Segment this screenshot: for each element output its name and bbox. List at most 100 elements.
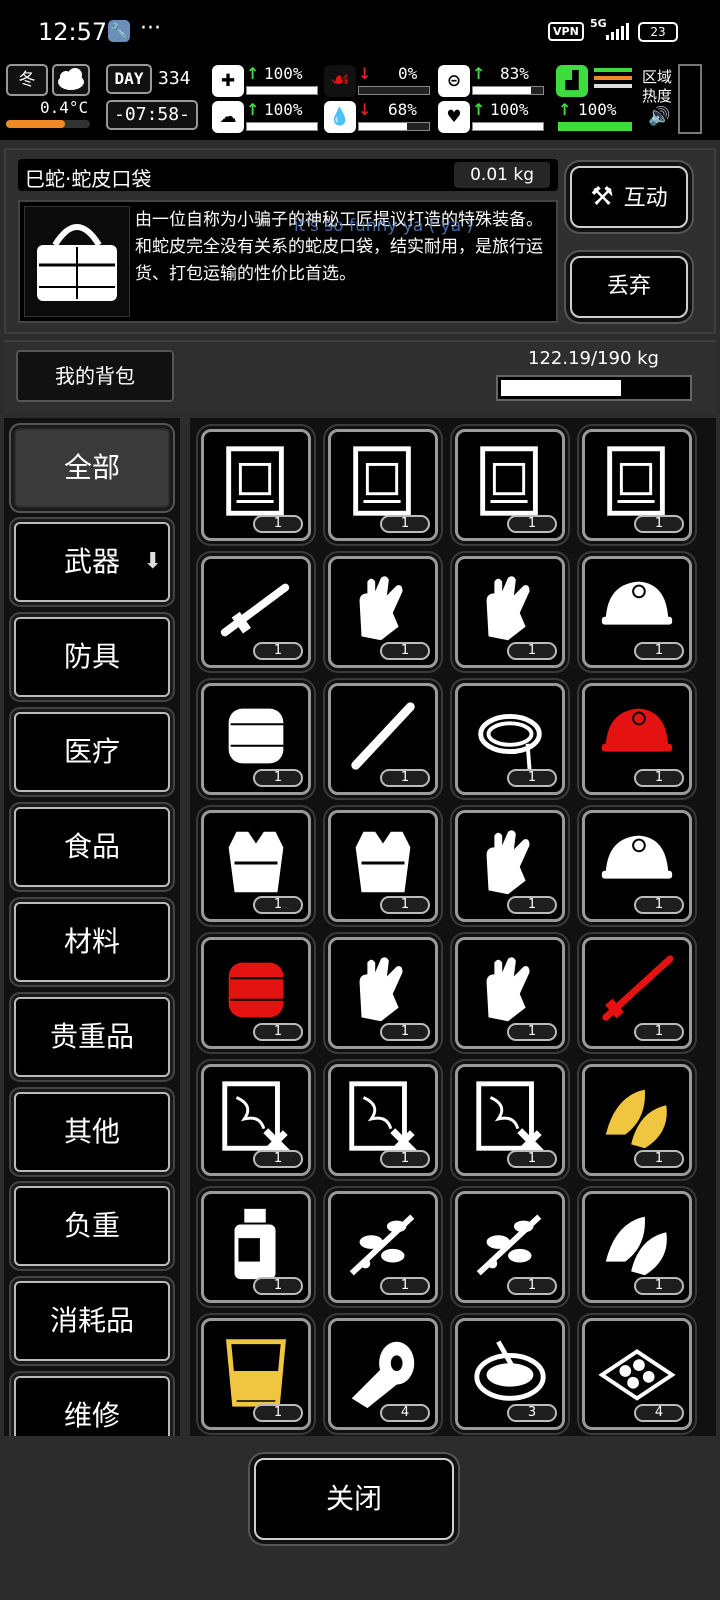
inventory-slot[interactable]: 4 bbox=[582, 1318, 692, 1430]
inventory-slot[interactable]: 1 bbox=[455, 810, 565, 922]
close-button[interactable]: 关闭 bbox=[254, 1458, 454, 1540]
category-other[interactable]: 其他 bbox=[14, 1092, 170, 1172]
sanity-value: 100% bbox=[264, 100, 303, 119]
backpack-title: 我的背包 bbox=[16, 350, 174, 402]
backpack-capacity-bar bbox=[496, 375, 692, 401]
rifle-icon bbox=[220, 583, 290, 637]
backpack-header: 我的背包 122.19/190 kg bbox=[4, 340, 716, 414]
leaves-icon bbox=[605, 1216, 667, 1276]
blueprint-document-icon bbox=[226, 446, 284, 516]
inventory-slot[interactable]: 1 bbox=[201, 429, 311, 541]
category-consumables[interactable]: 消耗品 bbox=[14, 1281, 170, 1361]
hammer-hand-icon: ⚒ bbox=[590, 182, 614, 212]
brain-icon: ☁ bbox=[212, 101, 244, 133]
repair-schematic-icon bbox=[476, 1081, 544, 1155]
item-count: 1 bbox=[634, 1023, 684, 1041]
health-up-icon: ↑ bbox=[246, 64, 260, 83]
inventory-slot[interactable]: 1 bbox=[582, 1191, 692, 1303]
inventory-slot[interactable]: 1 bbox=[582, 683, 692, 795]
game-clock: -07:58- bbox=[106, 100, 198, 130]
inventory-slot[interactable]: 1 bbox=[582, 429, 692, 541]
category-medical[interactable]: 医疗 bbox=[14, 712, 170, 792]
mittens-icon bbox=[486, 957, 530, 1022]
category-all[interactable]: 全部 bbox=[14, 428, 170, 508]
item-count: 3 bbox=[507, 1404, 557, 1422]
armor-blueprint-icon bbox=[353, 446, 411, 516]
category-repair[interactable]: 维修 bbox=[14, 1376, 170, 1436]
herb-plant-icon bbox=[476, 1214, 542, 1276]
survival-hud: 冬 0.4°C DAY 334 -07:58- ✚ ↑ 100% ☁ ↑ 100… bbox=[0, 62, 720, 140]
item-count: 1 bbox=[634, 896, 684, 914]
category-materials[interactable]: 材料 bbox=[14, 902, 170, 982]
item-count: 1 bbox=[507, 515, 557, 533]
inventory-slot[interactable]: 1 bbox=[201, 556, 311, 668]
inventory-slot[interactable]: 1 bbox=[582, 1064, 692, 1176]
inventory-slot[interactable]: 1 bbox=[582, 937, 692, 1049]
item-count: 1 bbox=[253, 642, 303, 660]
season-badge: 冬 bbox=[6, 64, 48, 96]
inventory-slot[interactable]: 1 bbox=[201, 1064, 311, 1176]
inventory-slot[interactable]: 1 bbox=[201, 1318, 311, 1430]
item-count: 1 bbox=[253, 515, 303, 533]
item-count: 1 bbox=[253, 1023, 303, 1041]
inventory-slot[interactable]: 1 bbox=[582, 810, 692, 922]
category-food[interactable]: 食品 bbox=[14, 807, 170, 887]
discard-button[interactable]: 丢弃 bbox=[570, 256, 688, 318]
inventory-slot[interactable]: 1 bbox=[201, 810, 311, 922]
water-bar bbox=[358, 122, 430, 131]
glove-icon bbox=[359, 957, 403, 1022]
inventory-slot[interactable]: 1 bbox=[455, 1064, 565, 1176]
inventory-slot[interactable]: 1 bbox=[328, 937, 438, 1049]
inventory-slot[interactable]: 4 bbox=[328, 1318, 438, 1430]
inventory-slot[interactable]: 1 bbox=[455, 429, 565, 541]
armor-vest-icon bbox=[228, 831, 284, 893]
inventory-slot[interactable]: 3 bbox=[455, 1318, 565, 1430]
category-armor[interactable]: 防具 bbox=[14, 617, 170, 697]
inventory-slot[interactable]: 1 bbox=[328, 683, 438, 795]
inventory-slot[interactable]: 1 bbox=[328, 429, 438, 541]
category-sidebar: 全部 武器 ⬇ 防具 医疗 食品 材料 贵重品 其他 负重 消耗品 维修 bbox=[4, 418, 180, 1436]
food-tray-icon bbox=[598, 1349, 676, 1401]
boots-up-icon: ↑ bbox=[558, 100, 572, 119]
gear-blueprint-icon bbox=[480, 446, 538, 516]
inventory-slot[interactable]: 1 bbox=[328, 1191, 438, 1303]
inventory-slot[interactable]: 1 bbox=[455, 556, 565, 668]
heart-up-icon: ↑ bbox=[472, 100, 486, 119]
day-label: DAY bbox=[106, 64, 152, 94]
interact-label: 互动 bbox=[623, 186, 668, 211]
item-count: 1 bbox=[507, 642, 557, 660]
gauntlet-icon bbox=[486, 830, 530, 895]
item-weight: 0.01 kg bbox=[454, 162, 550, 188]
item-count: 1 bbox=[253, 769, 303, 787]
medkit-icon: ✚ bbox=[212, 65, 244, 97]
inventory-slot[interactable]: 1 bbox=[455, 1191, 565, 1303]
network-label: 5G bbox=[590, 17, 607, 30]
inventory-slot[interactable]: 1 bbox=[328, 556, 438, 668]
inventory-slot[interactable]: 1 bbox=[201, 683, 311, 795]
category-valuables[interactable]: 贵重品 bbox=[14, 997, 170, 1077]
rope-icon bbox=[478, 714, 542, 770]
inventory-slot[interactable]: 1 bbox=[582, 556, 692, 668]
category-load[interactable]: 负重 bbox=[14, 1186, 170, 1266]
season-label: 冬 bbox=[18, 70, 36, 90]
inventory-slot[interactable]: 1 bbox=[201, 937, 311, 1049]
item-count: 1 bbox=[634, 515, 684, 533]
repair-schematic-icon bbox=[349, 1081, 417, 1155]
category-weapons[interactable]: 武器 ⬇ bbox=[14, 522, 170, 602]
inventory-slot[interactable]: 1 bbox=[201, 1191, 311, 1303]
item-count: 1 bbox=[253, 896, 303, 914]
wheel-blueprint-icon bbox=[607, 446, 665, 516]
cup-icon bbox=[225, 1339, 287, 1407]
interact-button[interactable]: ⚒ 互动 bbox=[570, 166, 688, 228]
inventory-slot[interactable]: 1 bbox=[455, 937, 565, 1049]
inventory-slot[interactable]: 1 bbox=[328, 1064, 438, 1176]
shotgun-icon bbox=[602, 955, 674, 1021]
red-helmet-icon bbox=[601, 708, 673, 752]
inventory-slot[interactable]: 1 bbox=[328, 810, 438, 922]
category-weapons-label: 武器 bbox=[63, 545, 120, 578]
speaker-icon[interactable]: 🔊 bbox=[648, 106, 670, 127]
inventory-slot[interactable]: 1 bbox=[455, 683, 565, 795]
calories-down-icon: ↓ bbox=[358, 64, 372, 83]
tiger-hat-icon bbox=[228, 962, 284, 1018]
sanity-up-icon: ↑ bbox=[246, 100, 260, 119]
